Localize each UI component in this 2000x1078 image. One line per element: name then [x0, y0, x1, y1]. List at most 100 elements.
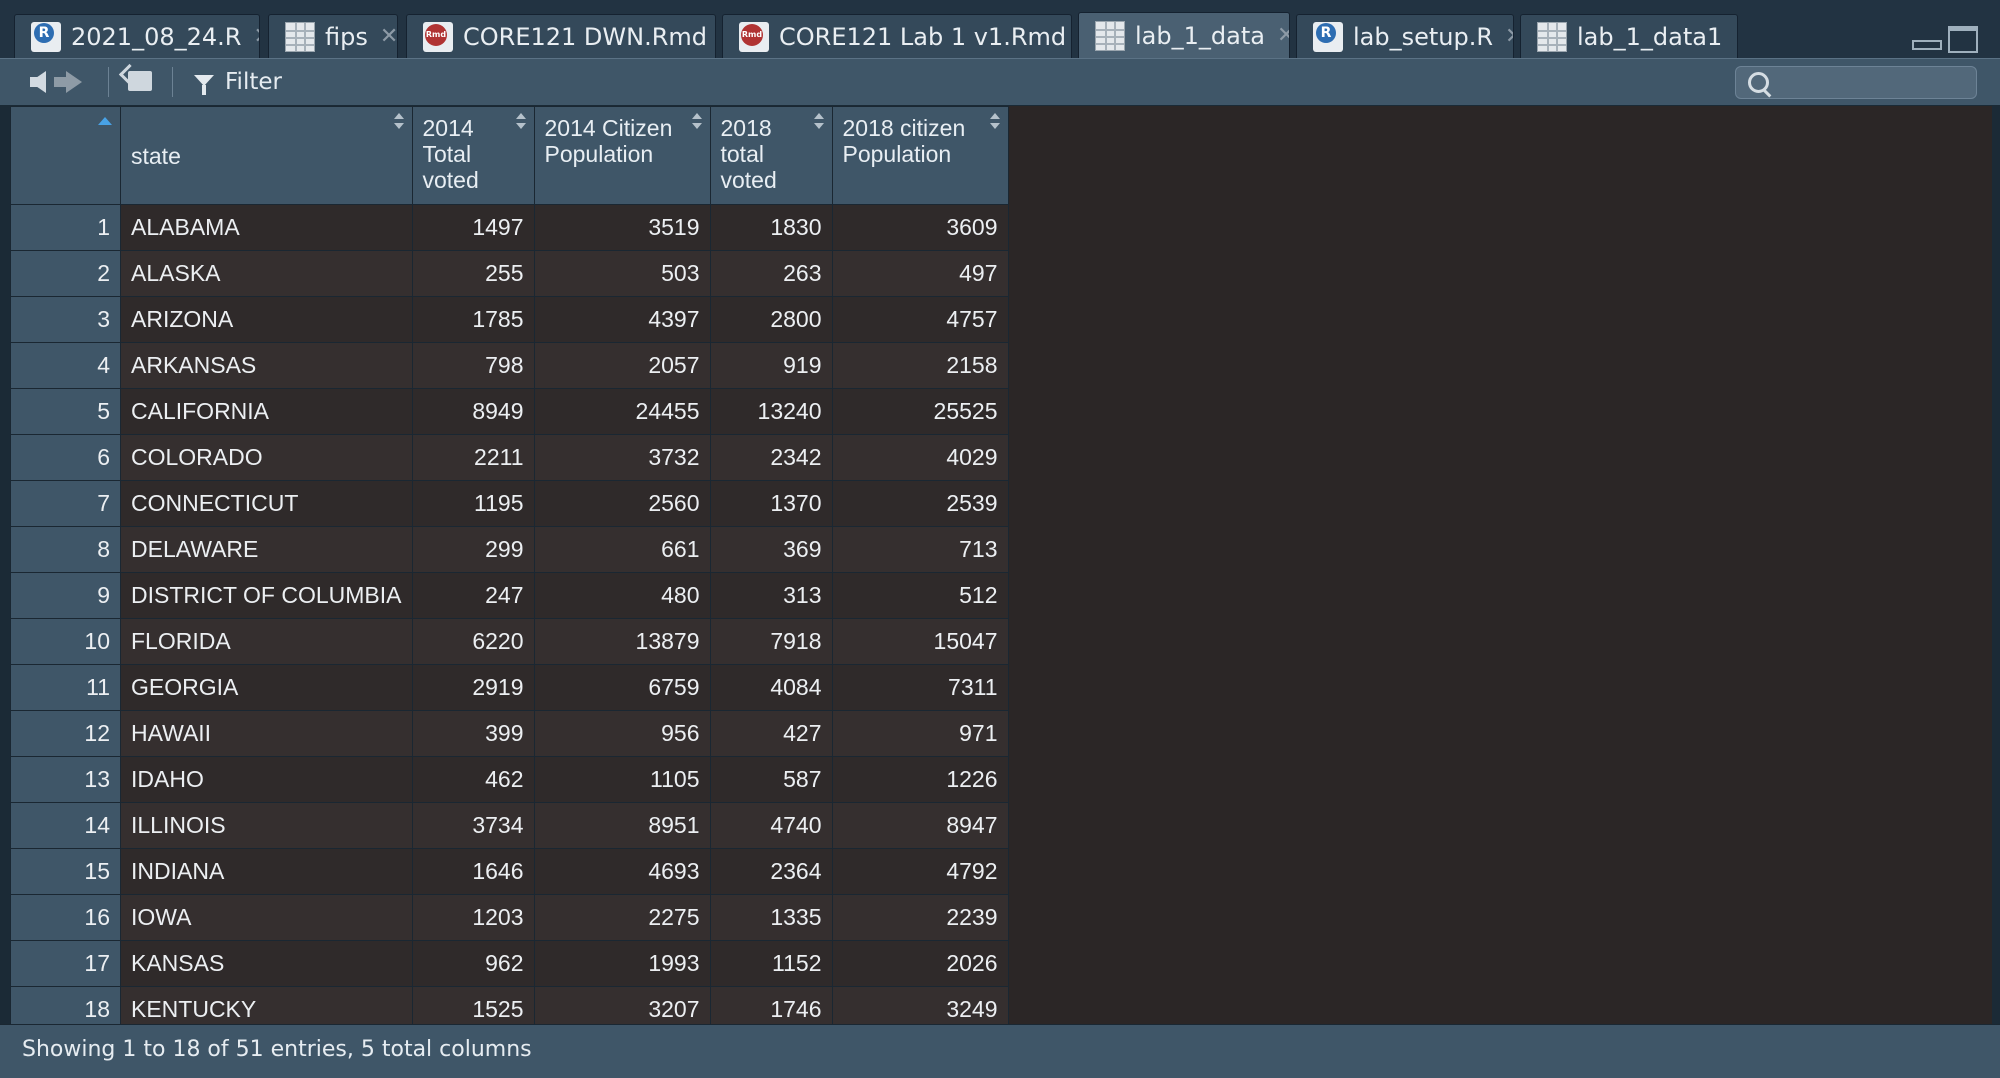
column-header-2014-citizen-population[interactable]: 2014 Citizen Population	[533, 106, 711, 205]
close-icon[interactable]: ✕	[253, 24, 259, 49]
back-arrow-icon[interactable]	[30, 71, 46, 93]
sort-icon[interactable]	[691, 113, 702, 133]
citizen-pop-2018-cell: 15047	[831, 618, 1009, 665]
citizen-pop-2018-cell: 7311	[831, 664, 1009, 711]
total-voted-2014-cell: 1203	[411, 894, 535, 941]
total-voted-2018-cell: 369	[709, 526, 833, 573]
filter-icon[interactable]	[194, 75, 214, 95]
total-voted-2018-cell: 4084	[709, 664, 833, 711]
total-voted-2014-cell: 247	[411, 572, 535, 619]
show-in-new-window-icon[interactable]	[128, 71, 152, 91]
sort-icon[interactable]	[515, 113, 526, 133]
column-header-2014-total-voted[interactable]: 2014 Total voted	[411, 106, 535, 205]
total-voted-2018-cell: 1335	[709, 894, 833, 941]
table-row: 8 DELAWARE 299 661 369 713	[10, 526, 1009, 573]
state-cell: KENTUCKY	[120, 986, 413, 1024]
row-number: 9	[10, 572, 121, 619]
sort-icon[interactable]	[989, 113, 1000, 133]
forward-arrow-icon[interactable]	[54, 71, 82, 93]
header-row: state 2014 Total voted 2014 Citizen Popu…	[10, 106, 1009, 205]
citizen-pop-2014-cell: 503	[533, 250, 711, 297]
minimize-pane-icon[interactable]	[1912, 40, 1942, 50]
citizen-pop-2014-cell: 13879	[533, 618, 711, 665]
row-number: 6	[10, 434, 121, 481]
search-input[interactable]	[1774, 69, 1973, 97]
total-voted-2014-cell: 255	[411, 250, 535, 297]
tab-lab-1-data[interactable]: lab_1_data ✕	[1078, 12, 1290, 58]
citizen-pop-2018-cell: 2158	[831, 342, 1009, 389]
citizen-pop-2014-cell: 24455	[533, 388, 711, 435]
tab-fips[interactable]: fips ✕	[268, 14, 398, 58]
citizen-pop-2018-cell: 2026	[831, 940, 1009, 987]
total-voted-2014-cell: 798	[411, 342, 535, 389]
tab-label: 2021_08_24.R	[71, 22, 242, 51]
row-number: 18	[10, 986, 121, 1024]
state-cell: ALABAMA	[120, 204, 413, 251]
total-voted-2014-cell: 299	[411, 526, 535, 573]
tab-2021-08-24-r[interactable]: R 2021_08_24.R ✕	[14, 14, 260, 58]
sort-icon[interactable]	[393, 113, 404, 133]
state-cell: DELAWARE	[120, 526, 413, 573]
state-cell: ARIZONA	[120, 296, 413, 343]
citizen-pop-2014-cell: 3519	[533, 204, 711, 251]
sort-icon[interactable]	[813, 113, 824, 133]
total-voted-2018-cell: 13240	[709, 388, 833, 435]
maximize-pane-icon[interactable]	[1948, 26, 1978, 53]
citizen-pop-2018-cell: 497	[831, 250, 1009, 297]
total-voted-2018-cell: 1370	[709, 480, 833, 527]
total-voted-2018-cell: 919	[709, 342, 833, 389]
table-row: 14 ILLINOIS 3734 8951 4740 8947	[10, 802, 1009, 849]
citizen-pop-2018-cell: 4792	[831, 848, 1009, 895]
status-bar: Showing 1 to 18 of 51 entries, 5 total c…	[0, 1024, 2000, 1078]
row-number: 5	[10, 388, 121, 435]
tab-lab-1-data1[interactable]: lab_1_data1 ✕	[1520, 14, 1738, 58]
column-header-label: 2018 total voted	[720, 115, 777, 193]
row-number: 8	[10, 526, 121, 573]
total-voted-2018-cell: 2364	[709, 848, 833, 895]
close-icon[interactable]: ✕	[380, 24, 397, 49]
citizen-pop-2018-cell: 3609	[831, 204, 1009, 251]
close-icon[interactable]: ✕	[1505, 24, 1513, 49]
column-header-2018-citizen-population[interactable]: 2018 citizen Population	[831, 106, 1009, 205]
column-header-state[interactable]: state	[120, 106, 413, 205]
rmd-file-icon: Rmd	[739, 21, 769, 52]
row-number: 13	[10, 756, 121, 803]
close-icon[interactable]: ✕	[1277, 23, 1289, 48]
tab-lab-setup-r[interactable]: R lab_setup.R ✕	[1296, 14, 1514, 58]
total-voted-2014-cell: 1646	[411, 848, 535, 895]
total-voted-2014-cell: 1525	[411, 986, 535, 1024]
tab-label: fips	[325, 22, 368, 51]
total-voted-2014-cell: 3734	[411, 802, 535, 849]
row-index-header[interactable]	[10, 106, 121, 205]
state-cell: DISTRICT OF COLUMBIA	[120, 572, 413, 619]
editor-tab-bar: R 2021_08_24.R ✕ fips ✕ Rmd CORE121 DWN.…	[0, 0, 2000, 58]
citizen-pop-2018-cell: 25525	[831, 388, 1009, 435]
citizen-pop-2018-cell: 512	[831, 572, 1009, 619]
row-number: 4	[10, 342, 121, 389]
citizen-pop-2018-cell: 2539	[831, 480, 1009, 527]
data-table: state 2014 Total voted 2014 Citizen Popu…	[10, 106, 1009, 1024]
citizen-pop-2014-cell: 2057	[533, 342, 711, 389]
filter-button[interactable]: Filter	[225, 69, 282, 95]
tab-core121-dwn-rmd[interactable]: Rmd CORE121 DWN.Rmd ✕	[406, 14, 716, 58]
entries-summary: Showing 1 to 18 of 51 entries, 5 total c…	[22, 1037, 532, 1062]
total-voted-2014-cell: 399	[411, 710, 535, 757]
search-box[interactable]	[1735, 66, 1977, 99]
tab-core121-lab1-rmd[interactable]: Rmd CORE121 Lab 1 v1.Rmd ✕	[722, 14, 1072, 58]
table-row: 6 COLORADO 2211 3732 2342 4029	[10, 434, 1009, 481]
citizen-pop-2014-cell: 2560	[533, 480, 711, 527]
search-icon	[1748, 72, 1769, 93]
table-row: 7 CONNECTICUT 1195 2560 1370 2539	[10, 480, 1009, 527]
row-number: 12	[10, 710, 121, 757]
table-row: 10 FLORIDA 6220 13879 7918 15047	[10, 618, 1009, 665]
citizen-pop-2018-cell: 3249	[831, 986, 1009, 1024]
state-cell: HAWAII	[120, 710, 413, 757]
state-cell: COLORADO	[120, 434, 413, 481]
citizen-pop-2014-cell: 480	[533, 572, 711, 619]
data-viewer-toolbar: Filter	[0, 58, 2000, 106]
total-voted-2018-cell: 1830	[709, 204, 833, 251]
close-icon[interactable]: ✕	[1734, 24, 1737, 49]
citizen-pop-2014-cell: 4397	[533, 296, 711, 343]
column-header-2018-total-voted[interactable]: 2018 total voted	[709, 106, 833, 205]
citizen-pop-2014-cell: 1993	[533, 940, 711, 987]
